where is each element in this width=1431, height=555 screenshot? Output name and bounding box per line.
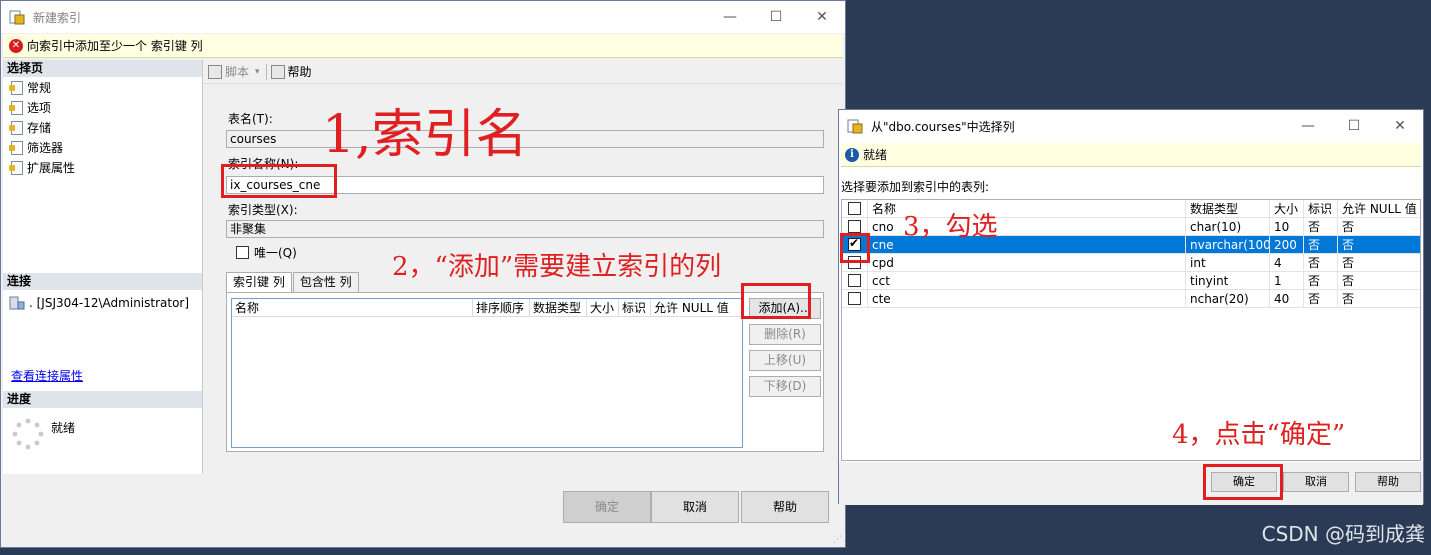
row-checkbox[interactable] (848, 274, 861, 287)
left-pane: 选择页 常规 选项 存储 筛选器 扩展属性 连接 . [JSJ304-12\Ad… (3, 60, 203, 474)
column-help-button[interactable]: 帮助 (1355, 472, 1421, 492)
grid-header: 名称 排序顺序 数据类型 大小 标识 允许 NULL 值 (232, 299, 742, 317)
column-dialog-titlebar: 从"dbo.courses"中选择列 — ☐ ✕ (839, 110, 1423, 142)
row-checkbox[interactable] (848, 220, 861, 233)
grid-col-nullable: 允许 NULL 值 (654, 301, 729, 315)
move-down-button[interactable]: 下移(D) (749, 376, 821, 397)
row-checkbox[interactable] (848, 292, 861, 305)
close-icon[interactable]: ✕ (799, 1, 845, 33)
maximize-icon[interactable]: ☐ (1331, 110, 1377, 142)
close-icon[interactable]: ✕ (1377, 110, 1423, 142)
annotation-box-index-name (221, 164, 337, 198)
progress-status: 就绪 (51, 421, 76, 435)
annotation-box-checkbox (840, 233, 870, 263)
tab-index-key-columns[interactable]: 索引键 列 (226, 272, 292, 293)
index-type-label: 索引类型(X): (228, 203, 298, 217)
grid-col-identity: 标识 (619, 299, 651, 316)
annotation-step-3: 3，勾选 (903, 212, 998, 242)
annotation-step-1: 1,索引名 (322, 105, 528, 165)
connection-value: . [JSJ304-12\Administrator] (29, 296, 190, 310)
status-bar: i 就绪 (841, 143, 1421, 167)
column-dialog-title: 从"dbo.courses"中选择列 (871, 120, 1015, 134)
page-item-extended-properties[interactable]: 扩展属性 (3, 157, 202, 177)
page-icon (9, 141, 23, 155)
index-type-select[interactable]: 非聚集 (226, 220, 824, 238)
unique-label: 唯一(Q) (254, 246, 297, 260)
watermark: CSDN @码到成龚 (1261, 522, 1425, 546)
error-message-bar: ✕ 向索引中添加至少一个 索引键 列 (3, 34, 843, 58)
page-item-filter[interactable]: 筛选器 (3, 137, 202, 157)
column-header-type: 数据类型 (1186, 199, 1270, 218)
main-help-button[interactable]: 帮助 (741, 491, 829, 523)
toolbar-divider (265, 63, 267, 80)
minimize-icon[interactable]: — (707, 1, 753, 33)
unique-checkbox[interactable] (236, 246, 249, 259)
table-row[interactable]: cpd int 4 否 否 (842, 253, 1420, 272)
table-name-label: 表名(T): (228, 112, 273, 126)
tab-included-columns[interactable]: 包含性 列 (292, 272, 359, 292)
annotation-step-2: 2，“添加”需要建立索引的列 (392, 252, 722, 282)
main-ok-button[interactable]: 确定 (563, 491, 651, 523)
main-title: 新建索引 (33, 11, 82, 25)
page-item-general[interactable]: 常规 (3, 77, 202, 97)
page-icon (9, 101, 23, 115)
main-titlebar: 新建索引 — ☐ ✕ (1, 1, 845, 33)
resize-grip-icon[interactable]: ⋰ (833, 535, 843, 545)
page-item-storage[interactable]: 存储 (3, 117, 202, 137)
error-message: 向索引中添加至少一个 索引键 列 (27, 39, 203, 53)
index-key-panel: 名称 排序顺序 数据类型 大小 标识 允许 NULL 值 添加(A)... 删除… (226, 292, 824, 452)
view-connection-properties-link[interactable]: 查看连接属性 (11, 367, 83, 384)
table-row[interactable]: cte nchar(20) 40 否 否 (842, 289, 1420, 308)
page-icon (9, 81, 23, 95)
script-button[interactable]: 脚本 ▾ (208, 63, 260, 80)
move-up-button[interactable]: 上移(U) (749, 350, 821, 371)
maximize-icon[interactable]: ☐ (753, 1, 799, 33)
column-cancel-button[interactable]: 取消 (1283, 472, 1349, 492)
unique-option[interactable]: 唯一(Q) (236, 244, 297, 261)
annotation-step-4: 4，点击“确定” (1172, 420, 1346, 450)
column-tabs: 索引键 列 包含性 列 (226, 272, 360, 293)
column-dialog-status: 就绪 (863, 148, 888, 162)
grid-col-sort-order: 排序顺序 (473, 299, 530, 316)
annotation-box-ok-button (1203, 464, 1283, 500)
column-header-identity: 标识 (1304, 199, 1338, 218)
index-key-grid[interactable]: 名称 排序顺序 数据类型 大小 标识 允许 NULL 值 (231, 298, 743, 448)
annotation-box-add-button (741, 283, 811, 319)
minimize-icon[interactable]: — (1285, 110, 1331, 142)
chevron-down-icon[interactable]: ▾ (255, 67, 260, 77)
remove-button[interactable]: 删除(R) (749, 324, 821, 345)
grid-col-data-type: 数据类型 (530, 299, 587, 316)
select-all-checkbox[interactable] (848, 202, 861, 215)
column-prompt: 选择要添加到索引中的表列: (841, 180, 990, 194)
column-header-size: 大小 (1270, 199, 1304, 218)
main-cancel-button[interactable]: 取消 (651, 491, 739, 523)
info-icon: i (845, 147, 859, 162)
page-icon (9, 121, 23, 135)
page-item-options[interactable]: 选项 (3, 97, 202, 117)
help-icon (270, 64, 285, 79)
page-icon (9, 161, 23, 175)
select-page-header: 选择页 (3, 60, 202, 77)
progress-header: 进度 (3, 391, 202, 408)
index-icon (847, 119, 863, 134)
server-icon (9, 296, 25, 310)
grid-col-name: 名称 (232, 299, 473, 316)
table-row[interactable]: cct tinyint 1 否 否 (842, 271, 1420, 290)
grid-col-size: 大小 (587, 299, 619, 316)
error-icon: ✕ (9, 38, 23, 53)
index-icon (9, 10, 25, 25)
column-header-nullable: 允许 NULL 值 (1342, 201, 1417, 216)
help-button[interactable]: 帮助 (270, 63, 312, 80)
progress-spinner-icon (12, 418, 44, 450)
script-icon (208, 64, 222, 79)
connection-header: 连接 (3, 273, 202, 290)
connection-item: . [JSJ304-12\Administrator] (9, 296, 189, 310)
toolbar: 脚本 ▾ 帮助 (204, 60, 843, 84)
